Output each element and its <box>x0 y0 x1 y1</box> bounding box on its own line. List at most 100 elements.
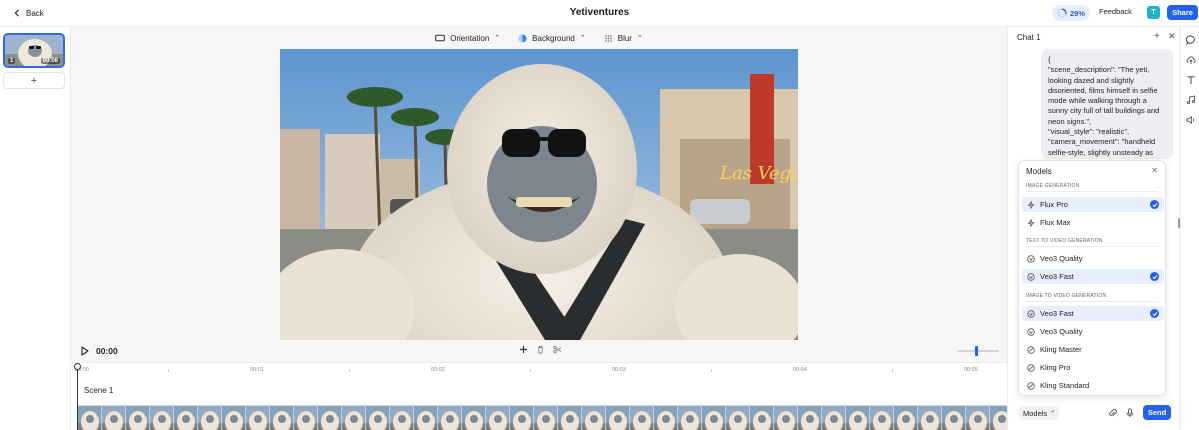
clip-frame <box>726 406 750 430</box>
clip-frame <box>654 406 678 430</box>
new-chat-plus-icon[interactable]: + <box>1154 31 1160 42</box>
models-button[interactable]: Models ⌃ <box>1019 406 1060 420</box>
model-option-label: Kling Master <box>1040 345 1082 354</box>
model-option-veo3-fast[interactable]: Veo3 Fast <box>1022 269 1164 284</box>
models-popover: Models ✕ IMAGE GENERATION Flux Pro Flux … <box>1018 160 1166 396</box>
chevron-up-icon: ⌃ <box>1050 410 1056 417</box>
zoom-slider[interactable] <box>957 346 999 356</box>
clip-frame <box>798 406 822 430</box>
veo-icon <box>1027 309 1035 318</box>
orientation-label: Orientation <box>450 33 490 43</box>
clip-frame <box>894 406 918 430</box>
scene-rail: 1 00:08 + <box>0 27 71 430</box>
timeline-scene-label: Scene 1 <box>84 386 114 395</box>
clip-frame <box>78 406 102 430</box>
zoom-slider-handle[interactable] <box>975 346 978 356</box>
model-option-label: Flux Pro <box>1040 200 1068 209</box>
clip-frame <box>390 406 414 430</box>
progress-badge[interactable]: 29% <box>1052 5 1090 21</box>
model-option-kling-standard[interactable]: Kling Standard <box>1022 378 1164 393</box>
chat-bubble-icon[interactable] <box>1186 35 1196 45</box>
section-heading-image-to-video: IMAGE TO VIDEO GENERATION <box>1026 293 1107 299</box>
ruler-tick <box>710 369 712 372</box>
clip-frame <box>246 406 270 430</box>
model-option-flux-pro[interactable]: Flux Pro <box>1022 197 1164 212</box>
clip-frame <box>822 406 846 430</box>
check-icon <box>1150 272 1159 281</box>
add-scene-button[interactable]: + <box>3 72 65 89</box>
clip-frame <box>342 406 366 430</box>
model-option-kling-master[interactable]: Kling Master <box>1022 342 1164 357</box>
clip-frame <box>990 406 1007 430</box>
chevron-up-icon: ⌃ <box>579 35 586 42</box>
clip-frame <box>966 406 990 430</box>
model-option-label: Veo3 Quality <box>1040 254 1083 263</box>
close-icon[interactable]: ✕ <box>1168 31 1176 42</box>
background-dropdown[interactable]: Background ⌃ <box>518 34 586 43</box>
scene-clip-strip[interactable] <box>78 405 1007 430</box>
canvas-toolbar: Orientation ⌃ Background ⌃ Blur ⌃ <box>71 27 1007 49</box>
close-icon[interactable]: ✕ <box>1151 166 1158 175</box>
blur-dropdown[interactable]: Blur ⌃ <box>604 34 643 43</box>
video-preview[interactable]: Las Vegas <box>280 49 798 340</box>
clip-frame <box>102 406 126 430</box>
user-avatar[interactable]: T <box>1147 6 1160 19</box>
model-option-flux-max[interactable]: Flux Max <box>1022 215 1164 230</box>
clip-frame <box>702 406 726 430</box>
yeti-preview-image: Las Vegas <box>280 49 798 340</box>
playhead-handle[interactable] <box>74 363 81 370</box>
model-option-veo3-quality[interactable]: Veo3 Quality <box>1022 251 1164 266</box>
chevron-up-icon: ⌃ <box>494 35 501 42</box>
chevron-left-icon <box>14 9 19 17</box>
chat-message: { "scene_description": "The yeti, lookin… <box>1041 49 1173 159</box>
timeline[interactable]: 00:00 00:01 00:02 00:03 00:04 00:05 Scene 1 <box>71 362 1007 430</box>
veo-icon <box>1027 327 1035 336</box>
models-button-label: Models <box>1023 408 1048 418</box>
paperclip-icon[interactable] <box>1108 408 1117 418</box>
scene-duration: 00:08 <box>40 58 60 64</box>
microphone-icon[interactable] <box>1126 408 1134 418</box>
text-icon[interactable] <box>1186 75 1196 85</box>
playback-bar: 00:00 <box>71 340 1007 362</box>
check-icon <box>1150 200 1159 209</box>
back-button[interactable]: Back <box>6 4 51 22</box>
clip-frame <box>678 406 702 430</box>
orientation-dropdown[interactable]: Orientation ⌃ <box>435 34 500 43</box>
chat-title: Chat 1 <box>1017 33 1041 42</box>
svg-text:Las Vegas: Las Vegas <box>719 163 798 184</box>
ruler-time-label: 00:03 <box>612 367 626 373</box>
speaker-icon[interactable] <box>1186 115 1196 125</box>
model-option-label: Veo3 Fast <box>1040 309 1074 318</box>
progress-text: 29% <box>1069 8 1085 18</box>
ruler-time-label: 00:05 <box>964 367 978 373</box>
clip-frame <box>558 406 582 430</box>
section-heading-image-generation: IMAGE GENERATION <box>1026 183 1080 189</box>
blur-icon <box>604 34 612 42</box>
plus-icon[interactable] <box>519 345 528 354</box>
feedback-link[interactable]: Feedback <box>1099 7 1132 16</box>
upload-cloud-icon[interactable] <box>1186 55 1196 65</box>
model-option-veo3-fast[interactable]: Veo3 Fast <box>1022 306 1164 321</box>
play-icon[interactable] <box>81 346 89 356</box>
background-label: Background <box>532 33 575 43</box>
kling-icon <box>1027 345 1035 354</box>
music-note-icon[interactable] <box>1186 95 1196 105</box>
trash-icon[interactable] <box>536 345 545 354</box>
clip-frame <box>942 406 966 430</box>
models-popover-title: Models <box>1026 167 1052 176</box>
model-option-kling-pro[interactable]: Kling Pro <box>1022 360 1164 375</box>
back-label: Back <box>26 8 44 18</box>
clip-frame <box>366 406 390 430</box>
ruler-tick <box>167 369 169 372</box>
send-button[interactable]: Send <box>1143 405 1171 420</box>
model-option-label: Flux Max <box>1040 218 1071 227</box>
scene-thumbnail[interactable]: 1 00:08 <box>3 33 65 68</box>
preview-stage: Las Vegas <box>71 49 1007 340</box>
model-option-veo3-quality[interactable]: Veo3 Quality <box>1022 324 1164 339</box>
clip-frame <box>582 406 606 430</box>
clip-frame <box>846 406 870 430</box>
share-button[interactable]: Share <box>1167 5 1198 20</box>
chevron-up-icon: ⌃ <box>636 35 643 42</box>
orientation-icon <box>435 34 446 42</box>
scissors-icon[interactable] <box>553 345 562 354</box>
